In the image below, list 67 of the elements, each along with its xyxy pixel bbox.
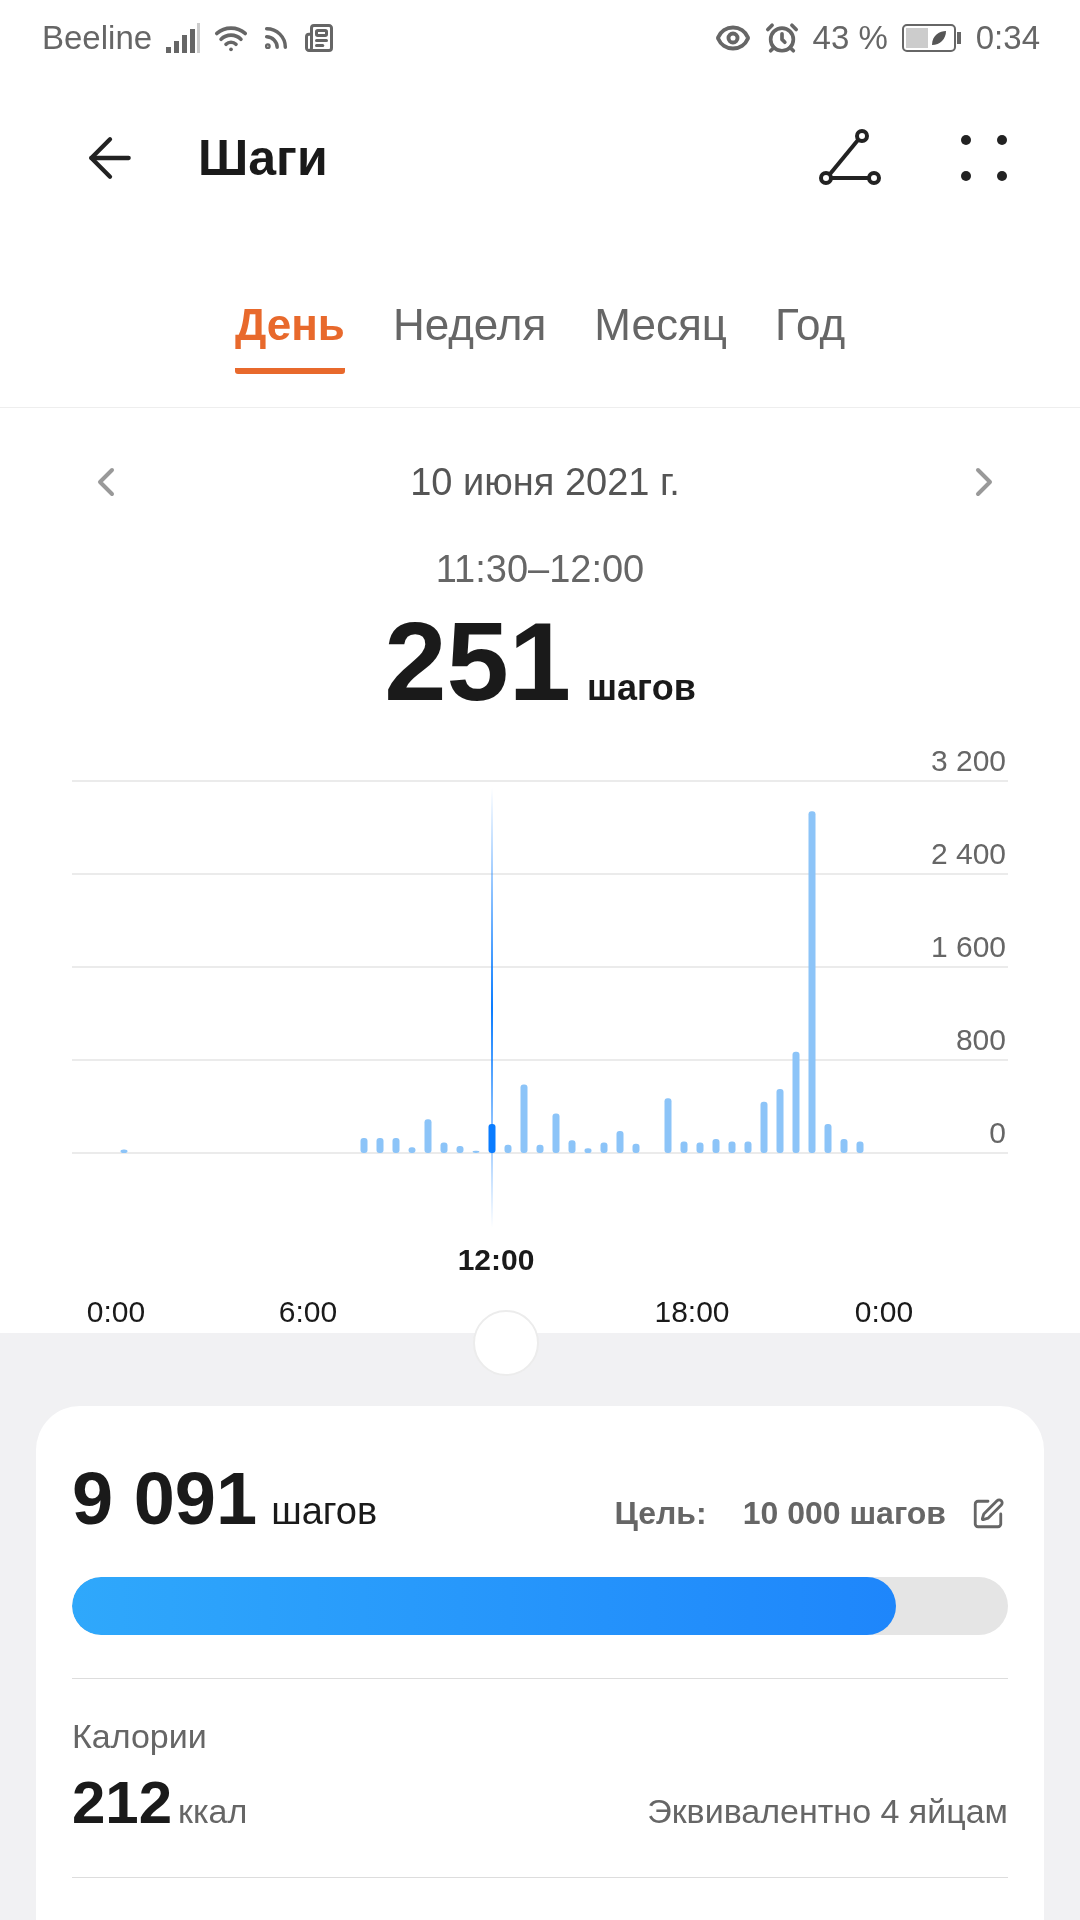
y-axis-label: 0 [989,1116,1006,1149]
period-tab[interactable]: Неделя [392,300,547,374]
total-steps: 9 091 [72,1457,258,1540]
bar [408,1147,416,1153]
calories-equivalent: Эквивалентно 4 яйцам [647,1792,1008,1831]
bar [120,1149,128,1153]
bar [728,1141,736,1153]
bar [696,1142,704,1153]
bar [536,1144,544,1153]
bar [360,1137,368,1153]
calories-value: 212 [72,1769,173,1836]
selected-steps: 251 [384,606,572,718]
bar [824,1123,832,1153]
newspaper-icon [304,23,335,53]
signal-icon [166,23,201,53]
bar [376,1137,384,1153]
bar [472,1150,480,1153]
bar [680,1141,688,1153]
x-axis-label: 0:00 [854,1295,914,1328]
share-icon [818,128,882,188]
battery-icon [901,23,962,53]
x-axis-label: 0:00 [86,1295,146,1328]
period-tab[interactable]: День [234,300,345,374]
bar [568,1140,576,1153]
selected-time-label: 12:00 [457,1243,535,1276]
steps-unit: шагов [271,1490,378,1532]
goal-label: Цель: [614,1495,707,1532]
page-title: Шаги [198,129,328,187]
bar [840,1139,848,1153]
calories-unit: ккал [178,1792,248,1830]
bar [440,1142,448,1153]
y-axis-label: 800 [955,1023,1006,1056]
bar [504,1144,512,1153]
alarm-icon [764,21,799,55]
bar [616,1130,624,1153]
bar [600,1142,608,1153]
bar [392,1137,400,1153]
steps-unit: шагов [587,667,696,709]
bar [856,1141,864,1153]
carrier-name: Beeline [42,19,153,57]
more-icon [960,134,1008,182]
bar [664,1098,672,1153]
x-axis-label: 6:00 [278,1295,338,1328]
bar [712,1139,720,1153]
clock: 0:34 [975,19,1040,57]
bar [744,1141,752,1153]
battery-percent: 43 % [812,19,888,57]
y-axis-label: 2 400 [930,837,1006,870]
date-label: 10 июня 2021 г. [410,460,680,504]
x-axis-label: 18:00 [654,1295,730,1328]
bar [760,1101,768,1153]
bar [776,1089,784,1153]
bar [520,1084,528,1153]
calories-label: Калории [72,1717,208,1756]
bar [552,1113,560,1153]
goal-value: 10 000 шагов [742,1495,946,1532]
bar [584,1148,592,1153]
period-tab[interactable]: Месяц [594,300,727,374]
edit-icon [971,1496,1005,1531]
bar [456,1146,464,1153]
time-range: 11:30–12:00 [435,548,645,590]
bar [632,1143,640,1153]
bar [488,1123,496,1153]
y-axis-label: 3 200 [930,744,1006,777]
bar [424,1119,432,1153]
period-tab[interactable]: Год [775,300,846,374]
y-axis-label: 1 600 [930,930,1006,963]
